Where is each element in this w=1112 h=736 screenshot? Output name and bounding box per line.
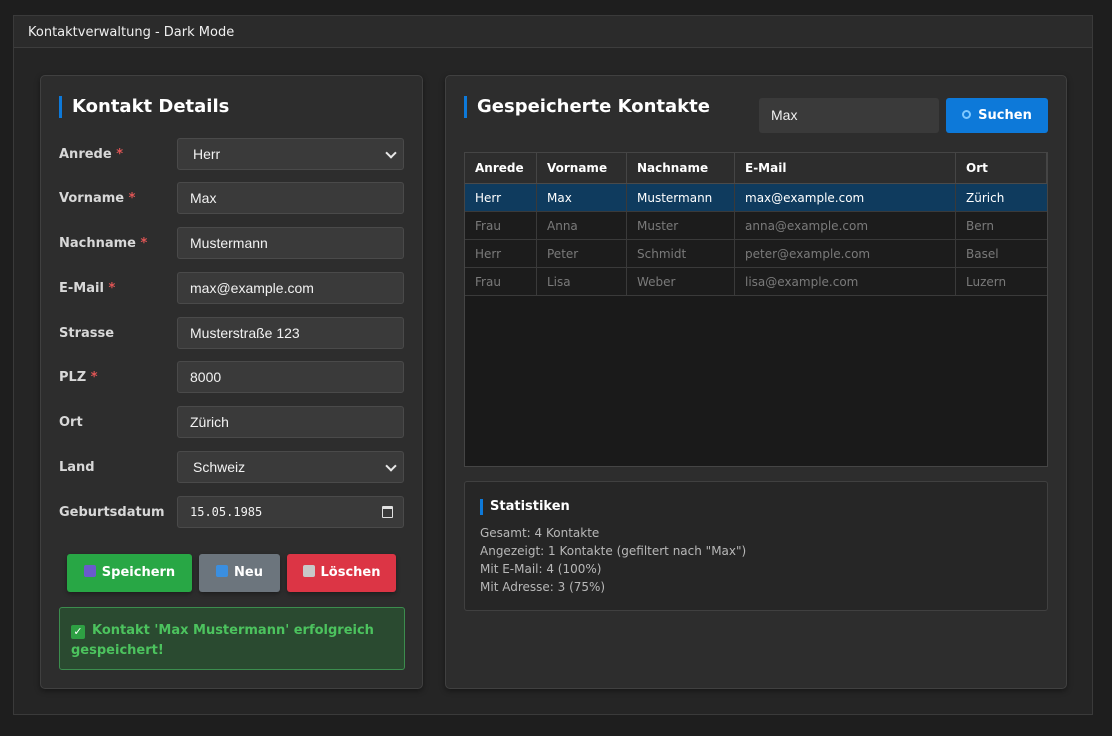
contact-details-panel: Kontakt Details Anrede * Herr Vorname * … — [40, 75, 423, 689]
land-label: Land — [59, 460, 95, 475]
cell-anrede: Frau — [465, 212, 537, 239]
geburtsdatum-label: Geburtsdatum — [59, 505, 165, 520]
cell-anrede: Herr — [465, 184, 537, 211]
email-row: E-Mail * max@example.com — [59, 272, 405, 304]
stat-email: Mit E-Mail: 4 (100%) — [480, 562, 602, 576]
table-row[interactable]: Frau Lisa Weber lisa@example.com Luzern — [465, 268, 1047, 296]
cell-vorname: Peter — [537, 240, 627, 267]
cell-ort: Basel — [966, 247, 999, 261]
land-value: Schweiz — [193, 459, 246, 475]
vorname-label: Vorname * — [59, 191, 136, 206]
cell-ort: Zürich — [966, 191, 1005, 205]
statistics-box: Statistiken Gesamt: 4 Kontakte Angezeigt… — [464, 481, 1048, 611]
column-header-anrede[interactable]: Anrede — [465, 153, 537, 183]
ort-row: Ort Zürich — [59, 406, 405, 438]
table-row[interactable]: Frau Anna Muster anna@example.com Bern — [465, 212, 1047, 240]
geburtsdatum-row: Geburtsdatum 15.05.1985 — [59, 496, 405, 528]
required-marker: * — [116, 147, 124, 162]
stat-address: Mit Adresse: 3 (75%) — [480, 580, 606, 594]
ort-label: Ort — [59, 415, 83, 430]
cell-anrede: Frau — [465, 268, 537, 295]
anrede-row: Anrede * Herr — [59, 138, 405, 170]
app-window: Kontaktverwaltung - Dark Mode Kontakt De… — [13, 15, 1093, 715]
land-row: Land Schweiz — [59, 451, 405, 483]
cell-ort: Luzern — [966, 275, 1007, 289]
cell-nachname: Muster — [627, 212, 735, 239]
required-marker: * — [90, 370, 98, 385]
required-marker: * — [128, 191, 136, 206]
cell-nachname: Mustermann — [627, 184, 735, 211]
contacts-table: Anrede Vorname Nachname E-Mail Ort Herr … — [464, 152, 1048, 467]
check-mark-icon: ✓ — [71, 625, 85, 639]
table-row[interactable]: Herr Peter Schmidt peter@example.com Bas… — [465, 240, 1047, 268]
anrede-value: Herr — [193, 146, 221, 162]
strasse-row: Strasse Musterstraße 123 — [59, 317, 405, 349]
plz-row: PLZ * 8000 — [59, 361, 405, 393]
search-icon — [962, 110, 972, 119]
saved-contacts-heading: Gespeicherte Kontakte — [464, 96, 710, 118]
required-marker: * — [140, 236, 148, 251]
column-header-ort[interactable]: Ort — [956, 153, 1047, 183]
floppy-disk-icon — [83, 565, 96, 577]
cell-email: lisa@example.com — [735, 268, 956, 295]
land-select[interactable]: Schweiz — [177, 451, 404, 483]
save-button[interactable]: Speichern — [67, 554, 192, 592]
search-button[interactable]: Suchen — [946, 98, 1048, 133]
new-button[interactable]: Neu — [199, 554, 280, 592]
cell-nachname: Schmidt — [627, 240, 735, 267]
strasse-input[interactable]: Musterstraße 123 — [177, 317, 404, 349]
vorname-input[interactable]: Max — [177, 182, 404, 214]
chevron-down-icon — [385, 460, 397, 472]
chevron-down-icon — [385, 147, 397, 159]
column-header-email[interactable]: E-Mail — [735, 153, 956, 183]
table-header: Anrede Vorname Nachname E-Mail Ort — [465, 153, 1047, 184]
column-header-vorname[interactable]: Vorname — [537, 153, 627, 183]
cell-email: anna@example.com — [735, 212, 956, 239]
cell-ort: Bern — [966, 219, 994, 233]
ort-input[interactable]: Zürich — [177, 406, 404, 438]
refresh-icon — [216, 565, 229, 577]
cell-vorname: Anna — [537, 212, 627, 239]
cell-vorname: Lisa — [537, 268, 627, 295]
window-title: Kontaktverwaltung - Dark Mode — [28, 25, 235, 40]
geburtsdatum-value: 15.05.1985 — [190, 505, 263, 519]
table-row[interactable]: Herr Max Mustermann max@example.com Züri… — [465, 184, 1047, 212]
search-input[interactable]: Max — [759, 98, 939, 133]
plz-label: PLZ * — [59, 370, 98, 385]
contact-details-heading: Kontakt Details — [59, 96, 229, 118]
statistics-title: Statistiken — [480, 499, 570, 515]
email-label: E-Mail * — [59, 281, 116, 296]
geburtsdatum-input[interactable]: 15.05.1985 — [177, 496, 404, 528]
stat-shown: Angezeigt: 1 Kontakte (gefiltert nach "M… — [480, 544, 747, 558]
vorname-row: Vorname * Max — [59, 182, 405, 214]
cell-nachname: Weber — [627, 268, 735, 295]
anrede-label: Anrede * — [59, 147, 124, 162]
nachname-input[interactable]: Mustermann — [177, 227, 404, 259]
delete-button[interactable]: Löschen — [287, 554, 396, 592]
plz-input[interactable]: 8000 — [177, 361, 404, 393]
email-input[interactable]: max@example.com — [177, 272, 404, 304]
required-marker: * — [108, 281, 116, 296]
saved-contacts-panel: Gespeicherte Kontakte Max Suchen Anrede … — [445, 75, 1067, 689]
wastebasket-icon — [302, 565, 315, 577]
calendar-icon[interactable] — [382, 506, 393, 518]
anrede-select[interactable]: Herr — [177, 138, 404, 170]
cell-email: peter@example.com — [735, 240, 956, 267]
column-header-nachname[interactable]: Nachname — [627, 153, 735, 183]
nachname-label: Nachname * — [59, 236, 148, 251]
cell-anrede: Herr — [465, 240, 537, 267]
stat-total: Gesamt: 4 Kontakte — [480, 526, 600, 540]
cell-email: max@example.com — [735, 184, 956, 211]
nachname-row: Nachname * Mustermann — [59, 227, 405, 259]
cell-vorname: Max — [537, 184, 627, 211]
strasse-label: Strasse — [59, 326, 115, 341]
window-titlebar: Kontaktverwaltung - Dark Mode — [14, 16, 1092, 48]
success-message: ✓ Kontakt 'Max Mustermann' erfolgreich ge… — [59, 607, 405, 670]
